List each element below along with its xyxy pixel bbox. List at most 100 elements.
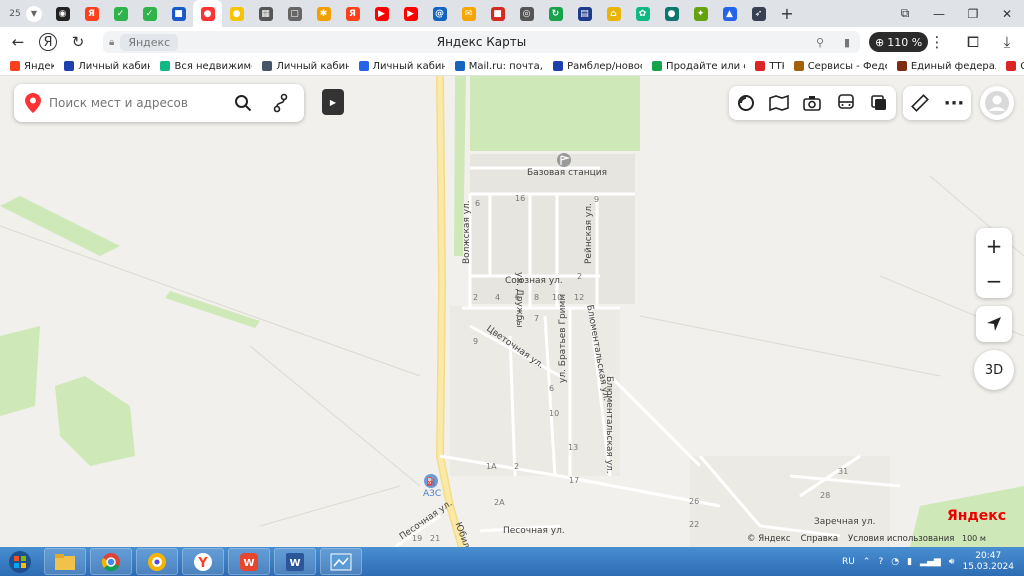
browser-tab[interactable]: ▶ xyxy=(396,0,425,27)
network-icon[interactable]: ◔ xyxy=(891,557,899,567)
new-tab-button[interactable]: + xyxy=(773,4,801,23)
taskbar-word-icon[interactable]: W xyxy=(274,548,316,575)
bus-icon[interactable] xyxy=(835,92,857,114)
bookmark-item[interactable]: Личный кабинет xyxy=(64,61,150,72)
browser-tab[interactable]: ▢ xyxy=(280,0,309,27)
sidebar-toggle-button[interactable]: ▶ xyxy=(322,89,344,115)
browser-tab[interactable]: ✓ xyxy=(135,0,164,27)
taskbar-wps-icon[interactable]: W xyxy=(228,548,270,575)
download-icon[interactable]: ⤓ xyxy=(992,27,1022,57)
3d-button[interactable]: 3D xyxy=(974,350,1014,390)
taskbar-screenshot-icon[interactable] xyxy=(320,548,362,575)
label-soyuznaya: Союзная ул. xyxy=(505,276,563,286)
bookmark-item[interactable]: ТТК xyxy=(755,61,784,72)
panorama-icon[interactable] xyxy=(768,92,790,114)
bookmark-item[interactable]: Рамблер/новости xyxy=(553,61,642,72)
browser-tab[interactable]: ▶ xyxy=(367,0,396,27)
browser-tab[interactable]: ✦ xyxy=(686,0,715,27)
taskbar: Y W W RU ⌃ ? ◔ ▮ ▂▄▆ 🔊︎ 20:47 15.03.2024 xyxy=(0,547,1024,576)
svg-text:W: W xyxy=(289,558,300,569)
zoom-out-button[interactable]: − xyxy=(976,263,1012,298)
clock[interactable]: 20:47 15.03.2024 xyxy=(962,551,1014,573)
url-field[interactable]: 🔒︎ Яндекс Яндекс Карты ⚲ ▮ xyxy=(103,31,860,53)
search-icon[interactable] xyxy=(230,84,256,122)
camera-icon[interactable] xyxy=(801,92,823,114)
label-base-station[interactable]: Базовая станция xyxy=(527,168,607,178)
bookmark-item[interactable]: Mail.ru: почта, по xyxy=(454,61,543,72)
menu-button[interactable]: ⋮ xyxy=(922,27,952,57)
browser-tab[interactable]: ◎ xyxy=(512,0,541,27)
browser-tab[interactable]: ◉ xyxy=(48,0,77,27)
taskbar-chrome-icon[interactable] xyxy=(90,548,132,575)
map-canvas[interactable]: ⛽ Базовая станция Волжская ул. ул. Дружб… xyxy=(0,76,1024,547)
browser-tab[interactable]: ■ xyxy=(483,0,512,27)
youtube-icon: ▶ xyxy=(403,6,418,21)
browser-tab[interactable]: ➶ xyxy=(744,0,773,27)
map-mode-icon[interactable] xyxy=(868,92,890,114)
reload-button[interactable]: ↻ xyxy=(63,27,93,57)
tab-counter[interactable]: 25 xyxy=(4,5,26,23)
location-pin-icon[interactable]: ⚲ xyxy=(816,36,824,49)
browser-tab[interactable]: ▤ xyxy=(570,0,599,27)
browser-tab[interactable]: ⌂ xyxy=(599,0,628,27)
bookmark-item[interactable]: Личный кабинет xyxy=(358,61,445,72)
browser-tab[interactable]: ● xyxy=(657,0,686,27)
tabs-manager-icon[interactable]: ⧉ xyxy=(888,0,922,27)
collections-icon[interactable]: ⧠ xyxy=(958,27,988,57)
browser-tab[interactable]: @ xyxy=(425,0,454,27)
bookmark-icon[interactable]: ▮ xyxy=(844,36,850,49)
yandex-icon xyxy=(10,61,20,71)
battery-icon[interactable]: ▮ xyxy=(907,557,912,567)
zoom-in-button[interactable]: + xyxy=(976,228,1012,263)
yandex-home-button[interactable]: Я xyxy=(33,27,63,57)
browser-tab[interactable]: ● xyxy=(222,0,251,27)
volume-icon[interactable]: 🔊︎ xyxy=(949,557,955,567)
browser-tab[interactable]: ✓ xyxy=(106,0,135,27)
browser-tab[interactable]: ✱ xyxy=(309,0,338,27)
browser-tab[interactable]: ■ xyxy=(164,0,193,27)
bookmark-item[interactable]: Вся недвижимост xyxy=(160,61,252,72)
chevron-up-icon[interactable]: ⌃ xyxy=(863,557,871,567)
search-box[interactable] xyxy=(14,84,304,122)
browser-tab[interactable]: Я xyxy=(338,0,367,27)
browser-tab[interactable]: ● xyxy=(193,0,222,27)
help-link[interactable]: Справка xyxy=(801,534,838,544)
close-button[interactable]: ✕ xyxy=(990,0,1024,27)
layers-icon[interactable] xyxy=(735,92,757,114)
taskbar-explorer-icon[interactable] xyxy=(44,548,86,575)
bookmark-item[interactable]: Личный кабинет xyxy=(262,61,349,72)
chevron-down-icon[interactable]: ▼ xyxy=(26,5,42,22)
signal-icon[interactable]: ▂▄▆ xyxy=(920,557,941,567)
avatar[interactable] xyxy=(980,86,1014,120)
browser-tab[interactable]: ▲ xyxy=(715,0,744,27)
taskbar-browser-icon[interactable] xyxy=(136,548,178,575)
minimize-button[interactable]: — xyxy=(922,0,956,27)
zoom-indicator[interactable]: ⊕ 110 % xyxy=(869,32,929,52)
browser-tab[interactable]: ↻ xyxy=(541,0,570,27)
browser-tab[interactable]: ✉ xyxy=(454,0,483,27)
bookmark-item[interactable]: Сервисы - Федера xyxy=(793,61,887,72)
label-azs[interactable]: АЗС xyxy=(423,489,441,499)
taskbar-yandex-icon[interactable]: Y xyxy=(182,548,224,575)
routes-icon[interactable] xyxy=(268,84,294,122)
leaf-icon: ✦ xyxy=(693,6,708,21)
restore-button[interactable]: ❐ xyxy=(956,0,990,27)
back-button[interactable]: ← xyxy=(3,27,33,57)
start-button[interactable] xyxy=(0,547,40,576)
bookmark-item[interactable]: Продайте или сда xyxy=(652,61,745,72)
more-icon[interactable]: ··· xyxy=(943,92,965,114)
search-input[interactable] xyxy=(49,96,219,110)
bookmark-item[interactable]: Единый федеральн xyxy=(896,61,996,72)
ruler-icon[interactable] xyxy=(909,92,931,114)
language-indicator[interactable]: RU xyxy=(842,557,855,567)
browser-tab[interactable]: ▦ xyxy=(251,0,280,27)
help-icon[interactable]: ? xyxy=(878,557,883,567)
bookmark-item[interactable]: С xyxy=(1006,61,1024,72)
copyright-text[interactable]: © Яндекс xyxy=(747,534,791,544)
bookmark-item[interactable]: Яндекс xyxy=(10,61,54,72)
terms-link[interactable]: Условия использования xyxy=(848,534,954,544)
map-footer: © Яндекс Справка Условия использования xyxy=(747,534,954,544)
browser-tab[interactable]: ✿ xyxy=(628,0,657,27)
my-location-icon[interactable] xyxy=(976,306,1012,342)
browser-tab[interactable]: Я xyxy=(77,0,106,27)
